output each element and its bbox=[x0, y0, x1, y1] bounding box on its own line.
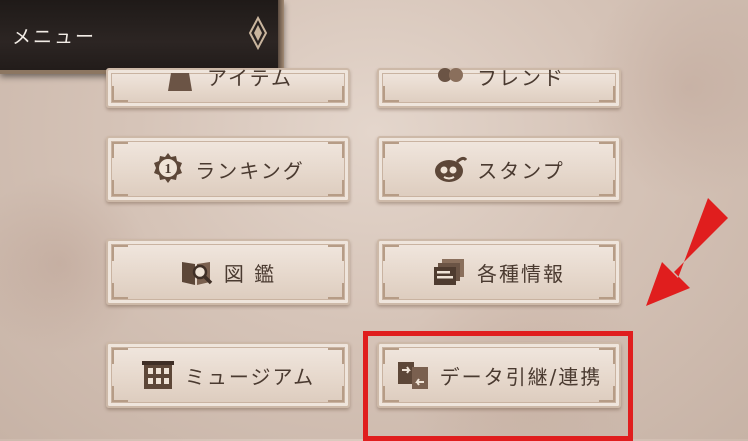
frame-corner bbox=[599, 142, 615, 158]
menu-item-museum[interactable]: ミュージアム bbox=[106, 342, 350, 408]
menu-item-label: ミュージアム bbox=[184, 364, 316, 389]
menu-item-friend[interactable]: フレンド bbox=[377, 66, 621, 108]
ranking-medal-icon: 1 bbox=[154, 153, 183, 183]
menu-item-label: スタンプ bbox=[477, 158, 565, 183]
frame-corner bbox=[112, 348, 128, 364]
ranking-medal-number: 1 bbox=[165, 162, 172, 177]
ornament-icon bbox=[248, 16, 268, 50]
frame-corner bbox=[112, 180, 128, 196]
friend-icon bbox=[438, 68, 463, 82]
frame-corner bbox=[383, 180, 399, 196]
frame-corner bbox=[599, 86, 615, 102]
menu-item-item[interactable]: アイテム bbox=[106, 66, 350, 108]
frame-corner bbox=[112, 86, 128, 102]
menu-item-encyclopedia[interactable]: 図 鑑 bbox=[106, 239, 350, 305]
menu-item-ranking[interactable]: 1 ランキング bbox=[106, 136, 350, 202]
frame-corner bbox=[599, 283, 615, 299]
museum-icon bbox=[141, 361, 174, 389]
frame-corner bbox=[383, 86, 399, 102]
frame-corner bbox=[328, 348, 344, 364]
menu-item-info[interactable]: 各種情報 bbox=[377, 239, 621, 305]
frame-corner bbox=[383, 142, 399, 158]
frame-corner bbox=[112, 386, 128, 402]
frame-corner bbox=[328, 283, 344, 299]
frame-corner bbox=[112, 142, 128, 158]
menu-item-label: 図 鑑 bbox=[223, 261, 277, 286]
frame-corner bbox=[599, 245, 615, 261]
stamp-icon bbox=[435, 156, 468, 182]
menu-item-label: 各種情報 bbox=[477, 261, 565, 286]
menu-item-stamp[interactable]: スタンプ bbox=[377, 136, 621, 202]
pointer-arrow-icon bbox=[646, 198, 728, 306]
frame-corner bbox=[112, 283, 128, 299]
frame-corner bbox=[112, 245, 128, 261]
highlight-box bbox=[363, 331, 633, 441]
frame-corner bbox=[328, 180, 344, 196]
menu-item-label: フレンド bbox=[477, 65, 565, 90]
frame-corner bbox=[599, 180, 615, 196]
frame-corner bbox=[328, 142, 344, 158]
frame-corner bbox=[383, 283, 399, 299]
frame-corner bbox=[383, 245, 399, 261]
menu-item-label: アイテム bbox=[207, 65, 293, 90]
frame-corner bbox=[328, 386, 344, 402]
info-cards-icon bbox=[434, 259, 464, 285]
page-title: メニュー bbox=[12, 26, 97, 48]
book-magnifier-icon bbox=[181, 262, 213, 285]
frame-corner bbox=[328, 245, 344, 261]
menu-item-label: ランキング bbox=[195, 158, 305, 183]
frame-corner bbox=[328, 86, 344, 102]
bag-icon bbox=[168, 73, 192, 91]
